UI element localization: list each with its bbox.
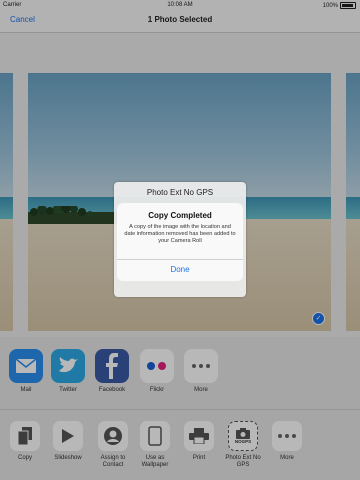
alert-title: Copy Completed	[148, 211, 212, 220]
alert-dialog: Copy Completed A copy of the image with …	[117, 203, 243, 281]
done-button[interactable]: Done	[117, 265, 243, 274]
alert-message: A copy of the image with the location an…	[124, 224, 236, 244]
extension-panel: Photo Ext No GPS Copy Completed A copy o…	[114, 182, 246, 297]
divider	[117, 259, 243, 260]
extension-panel-title: Photo Ext No GPS	[146, 188, 214, 197]
